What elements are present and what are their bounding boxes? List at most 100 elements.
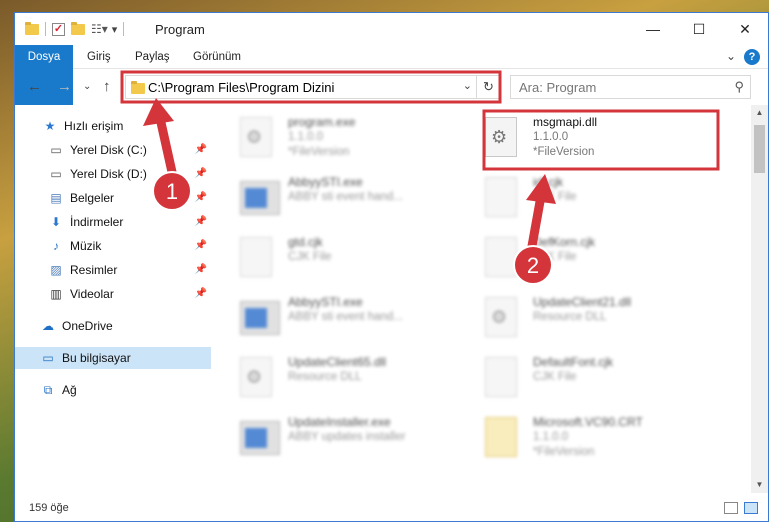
sidebar-item-videos[interactable]: ▥ Videolar 📌	[15, 283, 211, 305]
tab-home[interactable]: Giriş	[75, 45, 123, 69]
sidebar-item-label: Bu bilgisayar	[62, 351, 131, 365]
scroll-down-icon[interactable]: ▼	[751, 477, 768, 493]
application-icon	[240, 421, 280, 455]
file-item[interactable]: AbbyySTI.exe ABBY sti event hand...	[230, 289, 470, 349]
pin-icon: 📌	[194, 144, 207, 155]
file-item[interactable]: Microsoft.VC90.CRT 1.1.0.0 *FileVersion	[475, 409, 715, 469]
network-icon: ⧉	[43, 383, 53, 397]
drive-icon: ▭	[50, 167, 62, 181]
cloud-icon: ☁	[42, 319, 54, 333]
maximize-button[interactable]: ☐	[676, 13, 722, 45]
help-icon[interactable]: ?	[744, 49, 760, 65]
sidebar-item-local-disk-c[interactable]: ▭ Yerel Disk (C:) 📌	[15, 139, 211, 161]
document-icon	[485, 357, 517, 397]
qat-dropdown-icon[interactable]: ▾	[112, 23, 118, 36]
file-item[interactable]: idl.cjk CJK File	[475, 169, 715, 229]
file-item[interactable]: UpdateClient21.dll Resource DLL	[475, 289, 715, 349]
file-item[interactable]: UpdateClient65.dll Resource DLL	[230, 349, 470, 409]
address-bar[interactable]: C:\Program Files\Program Dizini ⌄ ↻	[125, 75, 501, 99]
navigation-pane: ★ Hızlı erişim ▭ Yerel Disk (C:) 📌 ▭ Yer…	[15, 105, 211, 493]
file-description: ABBY sti event hand...	[288, 191, 403, 203]
back-button[interactable]: ←	[27, 78, 42, 95]
sidebar-item-label: Videolar	[70, 287, 114, 301]
sidebar-item-quick-access[interactable]: ★ Hızlı erişim	[15, 115, 211, 137]
search-placeholder[interactable]: Ara: Program	[519, 80, 596, 95]
address-path[interactable]: C:\Program Files\Program Dizini	[148, 80, 334, 95]
star-icon: ★	[44, 119, 56, 133]
new-folder-icon[interactable]	[71, 21, 85, 35]
vertical-scrollbar[interactable]: ▲ ▼	[751, 105, 768, 493]
file-name: Microsoft.VC90.CRT	[533, 415, 643, 429]
pin-icon: 📌	[194, 240, 207, 251]
file-name: DefaultFont.cjk	[533, 355, 614, 369]
scroll-up-icon[interactable]: ▲	[751, 105, 768, 121]
tab-share[interactable]: Paylaş	[123, 45, 182, 69]
file-name: AbbyySTI.exe	[288, 295, 363, 309]
file-item[interactable]: DefaultFont.cjk CJK File	[475, 349, 715, 409]
gear-icon	[485, 297, 517, 337]
recent-locations-icon[interactable]: ⌄	[83, 81, 91, 92]
file-item[interactable]: AbbyySTI.exe ABBY sti event hand...	[230, 169, 470, 229]
sidebar-item-label: Müzik	[70, 239, 102, 253]
close-button[interactable]: ✕	[722, 13, 768, 45]
address-dropdown-icon[interactable]: ⌄	[463, 79, 472, 92]
sidebar-item-downloads[interactable]: ⬇ İndirmeler 📌	[15, 211, 211, 233]
documents-icon: ▤	[50, 191, 62, 205]
file-name: UpdateClient65.dll	[288, 355, 387, 369]
refresh-icon[interactable]: ↻	[476, 76, 500, 98]
file-description: Resource DLL	[533, 311, 607, 323]
file-name: AbbyySTI.exe	[288, 175, 363, 189]
folder-icon	[131, 81, 145, 94]
file-item[interactable]: UpdateInstaller.exe ABBY updates install…	[230, 409, 470, 469]
sidebar-item-documents[interactable]: ▤ Belgeler 📌	[15, 187, 211, 209]
folder-icon	[25, 21, 39, 35]
scrollbar-thumb[interactable]	[754, 125, 765, 173]
properties-icon[interactable]: ✓	[52, 22, 65, 36]
details-view-icon[interactable]	[724, 502, 738, 514]
item-count: 159 öğe	[29, 502, 69, 514]
file-item-msgmapi[interactable]: msgmapi.dll 1.1.0.0 *FileVersion	[475, 109, 715, 169]
file-version: 1.1.0.0	[288, 131, 324, 143]
large-icons-view-icon[interactable]	[744, 502, 758, 514]
file-item[interactable]: gtd.cjk CJK File	[230, 229, 470, 289]
minimize-button[interactable]: —	[630, 13, 676, 45]
sidebar-item-local-disk-d[interactable]: ▭ Yerel Disk (D:) 📌	[15, 163, 211, 185]
sidebar-item-onedrive[interactable]: ☁ OneDrive	[15, 315, 211, 337]
separator	[45, 22, 46, 36]
file-thumbnail	[485, 237, 525, 281]
drive-icon: ▭	[50, 143, 62, 157]
sidebar-item-network[interactable]: ⧉ Ağ	[15, 379, 211, 401]
sidebar-item-label: Yerel Disk (C:)	[70, 143, 147, 157]
file-thumbnail	[240, 417, 280, 461]
application-icon	[240, 181, 280, 215]
application-icon	[240, 301, 280, 335]
tab-view[interactable]: Görünüm	[181, 45, 253, 69]
file-name: msgmapi.dll	[533, 115, 598, 129]
sidebar-item-label: Ağ	[62, 383, 77, 397]
music-icon: ♪	[53, 239, 59, 253]
file-name: UpdateInstaller.exe	[288, 415, 391, 429]
file-thumbnail	[240, 357, 280, 401]
separator	[123, 22, 125, 36]
sidebar-item-this-pc[interactable]: ▭ Bu bilgisayar	[15, 347, 211, 369]
up-button[interactable]: ↑	[103, 78, 111, 95]
search-icon[interactable]: ⚲	[734, 79, 744, 95]
sidebar-item-pictures[interactable]: ▨ Resimler 📌	[15, 259, 211, 281]
window-title: Program	[155, 22, 205, 37]
file-thumbnail	[240, 297, 280, 341]
file-name: gtd.cjk	[288, 235, 323, 249]
explorer-window: ✓ ☷▾ ▾ Program — ☐ ✕ Dosya Giriş Paylaş …	[14, 12, 769, 522]
search-box[interactable]: Ara: Program ⚲	[510, 75, 751, 99]
file-thumbnail	[485, 357, 525, 401]
sidebar-item-label: Belgeler	[70, 191, 115, 205]
file-item[interactable]: program.exe 1.1.0.0 *FileVersion	[230, 109, 470, 169]
file-description: CJK File	[533, 251, 577, 263]
file-item[interactable]: DefKorn.cjk CJK File	[475, 229, 715, 289]
customize-icon[interactable]: ☷▾	[91, 22, 108, 36]
forward-button[interactable]: →	[57, 78, 72, 95]
computer-icon: ▭	[42, 351, 54, 365]
sidebar-item-music[interactable]: ♪ Müzik 📌	[15, 235, 211, 257]
pin-icon: 📌	[194, 192, 207, 203]
file-thumbnail	[485, 417, 525, 461]
expand-ribbon-icon[interactable]: ⌄	[726, 49, 736, 63]
